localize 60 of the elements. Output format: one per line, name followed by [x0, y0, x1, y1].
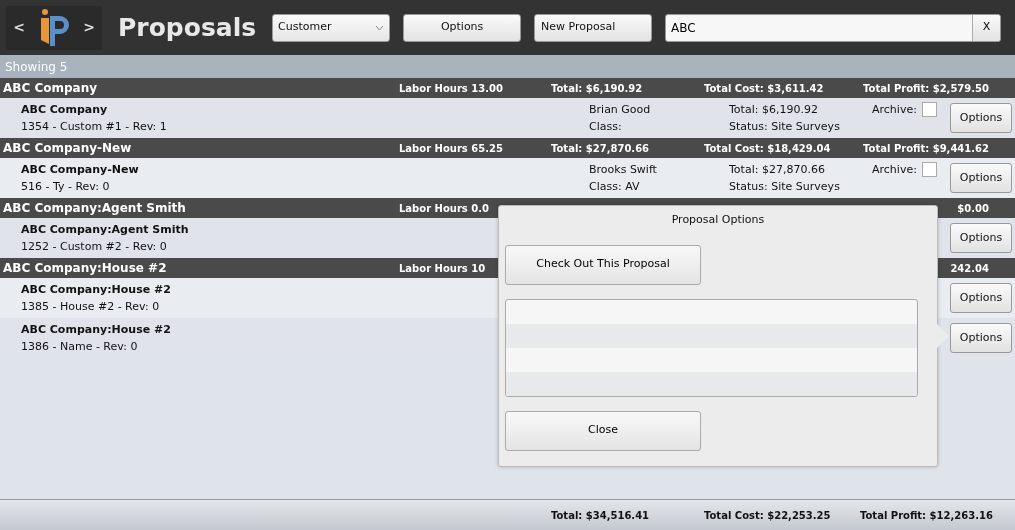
search-field[interactable]: ABC X [665, 13, 1001, 42]
close-button[interactable]: Close [505, 410, 701, 451]
group-profit: Total Profit: $2,579.50 [863, 82, 989, 94]
labor-hours: Labor Hours 0.0 [399, 202, 489, 214]
proposal-total: Total: $6,190.92 [729, 102, 819, 118]
options-button[interactable]: Options [950, 283, 1012, 313]
labor-hours: Labor Hours 13.00 [399, 82, 503, 94]
proposal-name: ABC Company:Agent Smith [21, 222, 190, 238]
options-button[interactable]: Options [950, 323, 1012, 353]
proposal-name: ABC Company-New [21, 162, 140, 178]
group-name: ABC Company:Agent Smith [2, 200, 187, 217]
popover-title: Proposal Options [670, 212, 766, 228]
proposal-total: Total: $27,870.66 [729, 162, 826, 178]
archive-label: Archive: [872, 162, 917, 178]
options-button[interactable]: Options [403, 13, 522, 42]
group-cost: Total Cost: $3,611.42 [704, 82, 824, 94]
group-total: Total: $27,870.66 [551, 142, 650, 154]
result-count: Showing 5 [0, 55, 1015, 78]
group-name: ABC Company:House #2 [2, 260, 168, 277]
proposal-row[interactable]: ABC Company-New 516 - Ty - Rev: 0 Brooks Swift Class: AV Total: $27,870.66 Status: Site Surveys Archive: Options [0, 158, 1015, 198]
sales-rep: Brian Good [589, 102, 652, 118]
proposal-detail: 1354 - Custom #1 - Rev: 1 [21, 119, 168, 135]
options-button[interactable]: Options [950, 223, 1012, 253]
options-button[interactable]: Options [950, 103, 1012, 133]
group-name: ABC Company-New [2, 140, 133, 157]
proposal-class: Class: [589, 119, 623, 135]
proposal-name: ABC Company [21, 102, 109, 118]
caret-icon [375, 24, 385, 31]
labor-hours: Labor Hours 65.25 [399, 142, 503, 154]
proposal-name: ABC Company:House #2 [21, 282, 172, 298]
filter-dropdown[interactable]: Customer [272, 13, 391, 42]
proposal-status: Status: Site Surveys [729, 179, 841, 195]
group-name: ABC Company [2, 80, 99, 97]
group-profit: 242.04 [950, 262, 989, 274]
archive-checkbox[interactable] [921, 162, 937, 177]
proposal-detail: 1252 - Custom #2 - Rev: 0 [21, 239, 168, 255]
check-out-button[interactable]: Check Out This Proposal [505, 244, 701, 285]
proposal-detail: 1385 - House #2 - Rev: 0 [21, 299, 161, 315]
proposal-status: Status: Site Surveys [729, 119, 841, 135]
proposal-detail: 1386 - Name - Rev: 0 [21, 339, 139, 355]
group-profit: Total Profit: $9,441.62 [863, 142, 989, 154]
footer-cost: Total Cost: $22,253.25 [704, 509, 831, 521]
proposal-class: Class: AV [589, 179, 641, 195]
group-total: Total: $6,190.92 [551, 82, 643, 94]
sales-rep: Brooks Swift [589, 162, 658, 178]
archive-checkbox[interactable] [921, 102, 937, 117]
page-title: Proposals [118, 11, 257, 44]
options-button[interactable]: Options [950, 163, 1012, 193]
labor-hours: Labor Hours 10 [399, 262, 486, 274]
clear-button[interactable]: X [972, 14, 1000, 41]
proposal-name: ABC Company:House #2 [21, 322, 172, 338]
footer-total: Total: $34,516.41 [551, 509, 650, 521]
archive-label: Archive: [872, 102, 917, 118]
proposal-detail: 516 - Ty - Rev: 0 [21, 179, 111, 195]
forward-button[interactable]: > [76, 5, 102, 50]
new-proposal-button[interactable]: New Proposal [534, 13, 653, 42]
back-button[interactable]: < [6, 5, 32, 50]
footer-profit: Total Profit: $12,263.16 [860, 509, 993, 521]
group-cost: Total Cost: $18,429.04 [704, 142, 831, 154]
group-profit: $0.00 [957, 202, 989, 214]
